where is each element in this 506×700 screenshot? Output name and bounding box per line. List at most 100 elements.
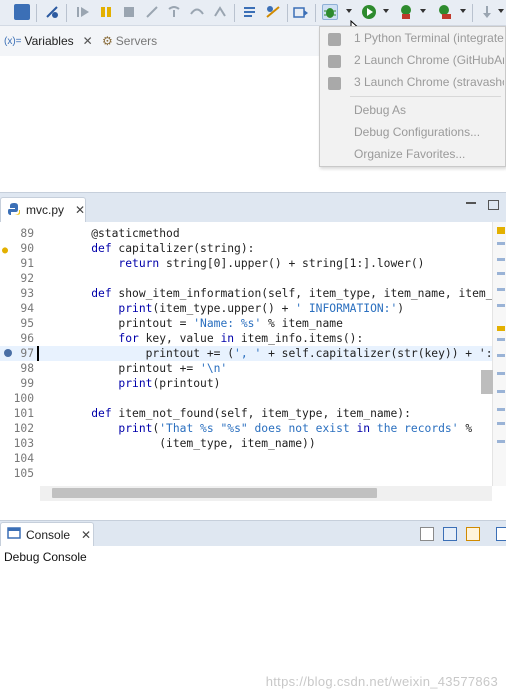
code-text: @staticmethod: [64, 227, 180, 240]
console-title: Debug Console: [4, 550, 87, 564]
line-number: 98: [20, 362, 34, 375]
code-line[interactable]: 104: [0, 451, 492, 466]
code-line[interactable]: 91 return string[0].upper() + string[1:]…: [0, 256, 492, 271]
code-text: print(item_type.upper() + ' INFORMATION:…: [118, 302, 405, 315]
close-icon[interactable]: ✕: [83, 34, 93, 48]
open-console-icon[interactable]: [496, 527, 506, 541]
use-step-filters-icon[interactable]: [265, 4, 281, 20]
occurrence-marker[interactable]: [497, 304, 505, 307]
code-line[interactable]: 98 printout += '\n': [0, 361, 492, 376]
line-number: 100: [13, 392, 34, 405]
debug-bug-icon[interactable]: [322, 4, 338, 20]
code-line[interactable]: 90 def capitalizer(string): ●: [0, 241, 492, 256]
menu-item-debug-as[interactable]: Debug As: [354, 103, 406, 117]
occurrence-marker[interactable]: [497, 408, 505, 411]
drop-to-frame-icon[interactable]: [242, 4, 258, 20]
occurrence-marker[interactable]: [497, 258, 505, 261]
next-annotation-icon[interactable]: [479, 4, 495, 20]
occurrence-marker[interactable]: [497, 440, 505, 443]
clear-console-icon[interactable]: [420, 527, 434, 541]
tab-console[interactable]: Console ✕: [0, 522, 94, 546]
line-number: 94: [20, 302, 34, 315]
step-into-icon[interactable]: [166, 4, 182, 20]
warning-marker[interactable]: [497, 227, 505, 234]
coverage-dropdown-arrow-icon[interactable]: [420, 9, 426, 13]
minimize-icon[interactable]: [466, 202, 476, 204]
skip-breakpoints-icon[interactable]: [44, 4, 60, 20]
code-line[interactable]: 103 (item_type, item_name)): [0, 436, 492, 451]
console-icon: [7, 527, 21, 542]
suspend-icon[interactable]: [98, 4, 114, 20]
tab-mvc-py[interactable]: mvc.py ✕: [0, 197, 86, 222]
resume-icon[interactable]: [75, 4, 91, 20]
tab-servers[interactable]: ⚙ Servers: [102, 34, 157, 48]
occurrence-marker[interactable]: [497, 390, 505, 393]
warning-marker[interactable]: [497, 326, 505, 331]
code-line[interactable]: 105: [0, 466, 492, 481]
occurrence-marker[interactable]: [497, 422, 505, 425]
code-text: printout += (', ' + self.capitalizer(str…: [64, 347, 492, 360]
line-number: 95: [20, 317, 34, 330]
code-line[interactable]: 96 for key, value in item_info.items():: [0, 331, 492, 346]
chrome-launch-icon: [328, 77, 341, 90]
run-dropdown-arrow-icon[interactable]: [383, 9, 389, 13]
occurrence-marker[interactable]: [497, 372, 505, 375]
debug-dropdown-arrow-icon[interactable]: [346, 9, 352, 13]
occurrence-marker[interactable]: [497, 354, 505, 357]
close-icon[interactable]: ✕: [75, 203, 85, 217]
menu-item-python-terminal[interactable]: 1 Python Terminal (integrated: [354, 31, 504, 45]
servers-icon: ⚙: [102, 34, 113, 48]
watermark-text: https://blog.csdn.net/weixin_43577863: [265, 674, 498, 689]
code-line[interactable]: 94 print(item_type.upper() + ' INFORMATI…: [0, 301, 492, 316]
occurrence-marker[interactable]: [497, 242, 505, 245]
python-file-icon: [7, 202, 21, 219]
tab-variables[interactable]: (x)= Variables ✕: [4, 34, 93, 48]
occurrence-marker[interactable]: [497, 288, 505, 291]
debug-dropdown-menu: 1 Python Terminal (integrated 2 Launch C…: [319, 26, 506, 167]
pin-console-icon[interactable]: [466, 527, 480, 541]
run-icon[interactable]: [361, 4, 377, 20]
vertical-scroll-thumb[interactable]: [481, 370, 493, 394]
code-line[interactable]: 89 @staticmethod: [0, 226, 492, 241]
menu-item-organize-favorites[interactable]: Organize Favorites...: [354, 147, 465, 161]
code-text: def capitalizer(string):: [91, 242, 255, 255]
maximize-icon[interactable]: [488, 200, 499, 210]
python-launch-icon: [328, 33, 341, 46]
tab-console-label: Console: [26, 527, 71, 542]
code-line[interactable]: 92: [0, 271, 492, 286]
code-editor[interactable]: 89 @staticmethod 90 def capitalizer(strin…: [0, 222, 492, 486]
coverage-icon[interactable]: [398, 4, 414, 20]
external-tools-dropdown-arrow-icon[interactable]: [460, 9, 466, 13]
code-line[interactable]: 100: [0, 391, 492, 406]
scroll-lock-icon[interactable]: [443, 527, 457, 541]
line-number: 103: [13, 437, 34, 450]
step-return-icon[interactable]: [212, 4, 228, 20]
open-perspective-icon[interactable]: [293, 4, 309, 20]
display-icon[interactable]: [14, 4, 30, 20]
line-number: 90: [20, 242, 34, 255]
close-icon[interactable]: ✕: [81, 528, 91, 542]
annotation-dropdown-arrow-icon[interactable]: [498, 9, 504, 13]
menu-item-debug-configurations[interactable]: Debug Configurations...: [354, 125, 480, 139]
code-line[interactable]: 93 def show_item_information(self, item_…: [0, 286, 492, 301]
code-line[interactable]: 101 def item_not_found(self, item_type, …: [0, 406, 492, 421]
occurrence-marker[interactable]: [497, 338, 505, 341]
occurrence-marker[interactable]: [497, 272, 505, 275]
code-line[interactable]: 97 printout += (', ' + self.capitalizer(…: [0, 346, 492, 361]
terminate-icon[interactable]: [121, 4, 137, 20]
external-tools-icon[interactable]: [436, 4, 452, 20]
code-line[interactable]: 99 print(printout): [0, 376, 492, 391]
step-over-icon[interactable]: [189, 4, 205, 20]
breakpoint-icon[interactable]: [4, 349, 12, 357]
line-number: 93: [20, 287, 34, 300]
menu-item-launch-chrome-1[interactable]: 2 Launch Chrome (GitHubAr: [354, 53, 504, 67]
code-text: printout += '\n': [64, 362, 228, 375]
code-line[interactable]: 95 printout = 'Name: %s' % item_name: [0, 316, 492, 331]
menu-item-launch-chrome-2[interactable]: 3 Launch Chrome (stravasho: [354, 75, 504, 89]
horizontal-scroll-thumb[interactable]: [52, 488, 377, 498]
disconnect-icon[interactable]: [144, 4, 160, 20]
code-text: print('That %s "%s" does not exist in th…: [118, 422, 473, 435]
code-text: def show_item_information(self, item_typ…: [91, 287, 492, 300]
code-line[interactable]: 102 print('That %s "%s" does not exist i…: [0, 421, 492, 436]
line-number: 102: [13, 422, 34, 435]
